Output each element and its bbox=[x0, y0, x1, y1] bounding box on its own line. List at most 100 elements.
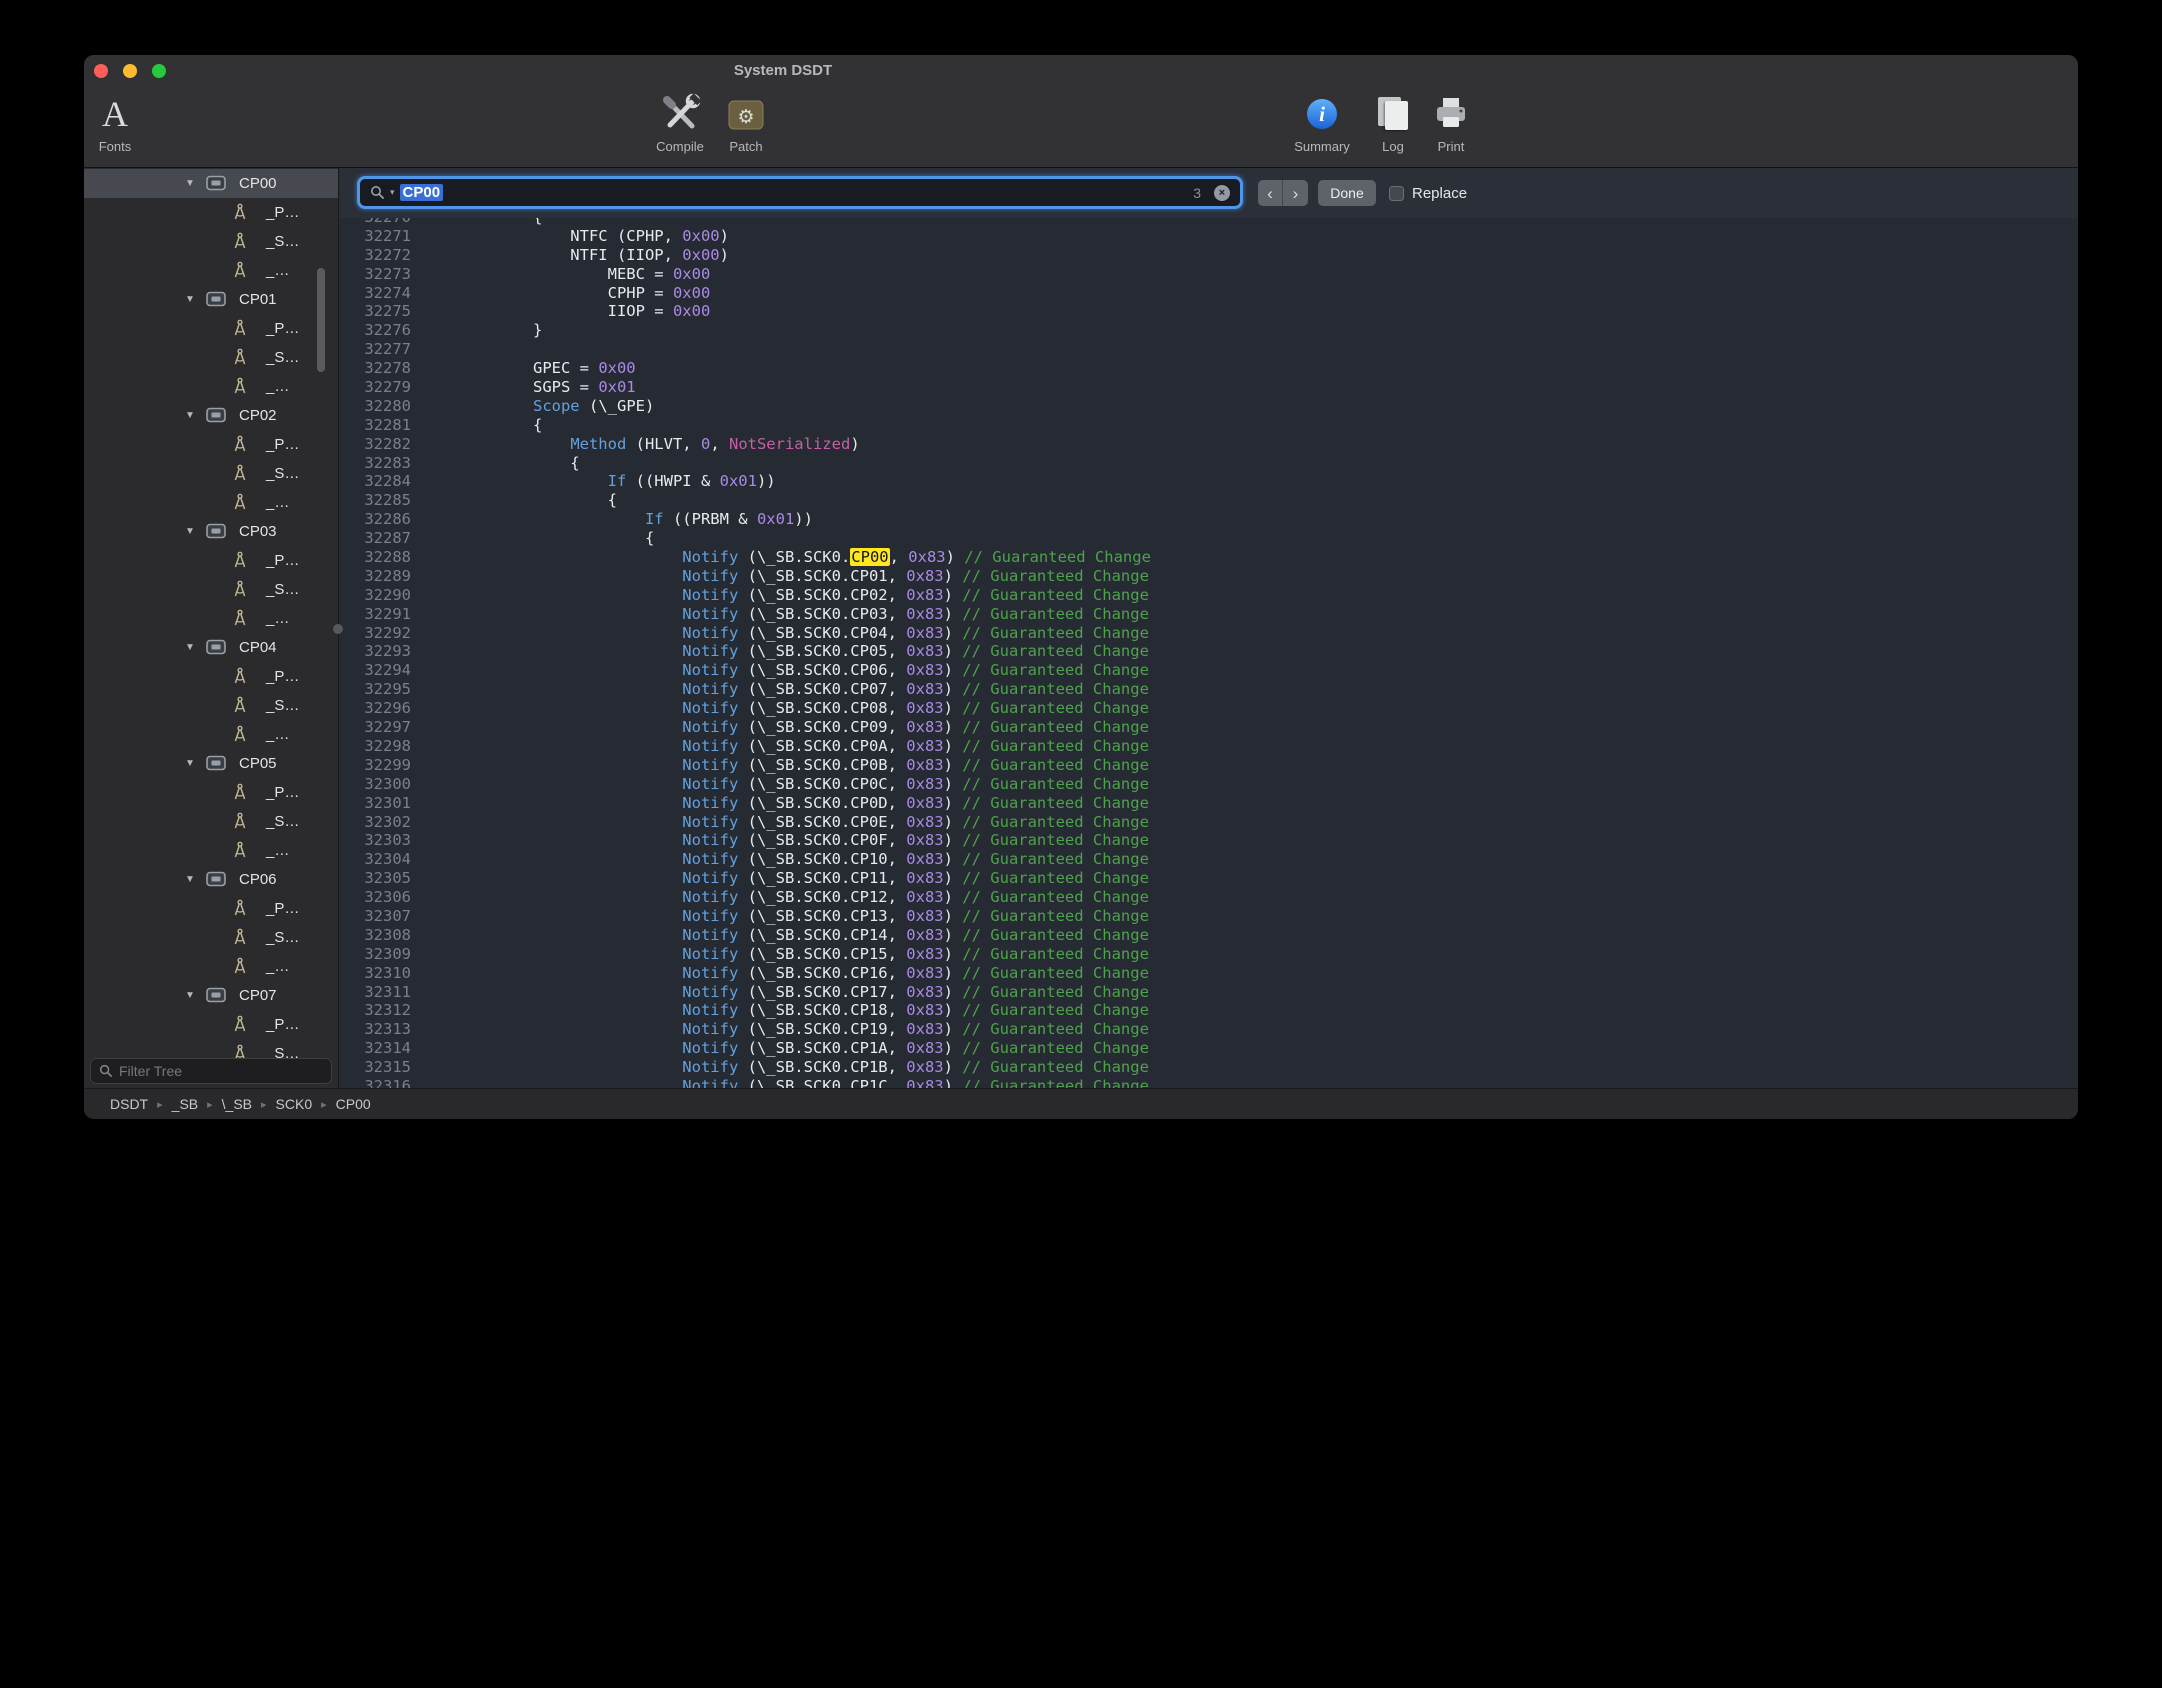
code-line: 32291 Notify (\_SB.SCK0.CP03, 0x83) // G… bbox=[339, 605, 2078, 624]
sidebar-tree: ▼CP00_P…_S…_…▼CP01_P…_S…_…▼CP02_P…_S…_…▼… bbox=[84, 169, 338, 1058]
disclosure-triangle-icon[interactable]: ▼ bbox=[182, 178, 198, 189]
method-icon bbox=[232, 435, 248, 453]
disclosure-triangle-icon[interactable]: ▼ bbox=[182, 758, 198, 769]
tree-item-cp03-child[interactable]: _P… bbox=[84, 546, 338, 575]
tree-item-cp04-child[interactable]: _P… bbox=[84, 662, 338, 691]
line-number: 32279 bbox=[339, 378, 411, 397]
line-number: 32288 bbox=[339, 548, 411, 567]
filter-tree-field[interactable] bbox=[90, 1058, 332, 1084]
tree-item-label: _S… bbox=[266, 349, 299, 366]
tree-item-cp01-child[interactable]: _… bbox=[84, 372, 338, 401]
toolbar-print-button[interactable]: Print bbox=[1406, 91, 1496, 154]
tree-item-cp00-child[interactable]: _S… bbox=[84, 227, 338, 256]
line-number: 32281 bbox=[339, 416, 411, 435]
tree-item-cp06-child[interactable]: _S… bbox=[84, 923, 338, 952]
tree-item-cp07-child[interactable]: _S… bbox=[84, 1039, 338, 1058]
toolbar-fonts-button[interactable]: A Fonts bbox=[84, 91, 160, 154]
find-next-button[interactable]: › bbox=[1283, 180, 1308, 206]
tree-item-cp00-child[interactable]: _P… bbox=[84, 198, 338, 227]
code-line: 32286 If ((PRBM & 0x01)) bbox=[339, 510, 2078, 529]
line-number: 32272 bbox=[339, 246, 411, 265]
zoom-button[interactable] bbox=[152, 64, 166, 78]
minimize-button[interactable] bbox=[123, 64, 137, 78]
clear-search-icon[interactable]: × bbox=[1214, 185, 1230, 201]
breadcrumb-item[interactable]: CP00 bbox=[336, 1096, 371, 1112]
tree-item-cp02[interactable]: ▼CP02 bbox=[84, 401, 338, 430]
line-number: 32297 bbox=[339, 718, 411, 737]
search-menu-chevron-icon[interactable]: ▾ bbox=[390, 187, 395, 198]
tree-item-cp04[interactable]: ▼CP04 bbox=[84, 633, 338, 662]
tree-item-cp02-child[interactable]: _P… bbox=[84, 430, 338, 459]
tree-item-cp07-child[interactable]: _P… bbox=[84, 1010, 338, 1039]
tree-item-cp05-child[interactable]: _P… bbox=[84, 778, 338, 807]
toolbar-summary-label: Summary bbox=[1294, 139, 1350, 154]
line-number: 32302 bbox=[339, 813, 411, 832]
method-icon bbox=[232, 812, 248, 830]
method-icon bbox=[232, 725, 248, 743]
code-lines[interactable]: 32270 {32271 NTFC (CPHP, 0x00)32272 NTFI… bbox=[339, 208, 2078, 1088]
breadcrumb-separator-icon: ▸ bbox=[321, 1098, 327, 1111]
disclosure-triangle-icon[interactable]: ▼ bbox=[182, 990, 198, 1001]
tree-item-cp06-child[interactable]: _P… bbox=[84, 894, 338, 923]
disclosure-triangle-icon[interactable]: ▼ bbox=[182, 874, 198, 885]
line-number: 32286 bbox=[339, 510, 411, 529]
code-line: 32285 { bbox=[339, 491, 2078, 510]
tree-item-cp03-child[interactable]: _S… bbox=[84, 575, 338, 604]
find-previous-button[interactable]: ‹ bbox=[1258, 180, 1283, 206]
tree-item-cp05-child[interactable]: _… bbox=[84, 836, 338, 865]
tree-item-cp02-child[interactable]: _… bbox=[84, 488, 338, 517]
tree-item-cp05-child[interactable]: _S… bbox=[84, 807, 338, 836]
close-button[interactable] bbox=[94, 64, 108, 78]
line-number: 32296 bbox=[339, 699, 411, 718]
tree-item-cp04-child[interactable]: _… bbox=[84, 720, 338, 749]
tree-item-cp00-child[interactable]: _… bbox=[84, 256, 338, 285]
tree-item-cp05[interactable]: ▼CP05 bbox=[84, 749, 338, 778]
disclosure-triangle-icon[interactable]: ▼ bbox=[182, 642, 198, 653]
tree-item-cp01[interactable]: ▼ CP01 bbox=[84, 285, 338, 314]
tree-item-label: _… bbox=[266, 726, 289, 743]
tree-item-cp03-child[interactable]: _… bbox=[84, 604, 338, 633]
line-number: 32293 bbox=[339, 642, 411, 661]
line-number: 32292 bbox=[339, 624, 411, 643]
tree-item-cp06-child[interactable]: _… bbox=[84, 952, 338, 981]
disclosure-triangle-icon[interactable]: ▼ bbox=[182, 294, 198, 305]
scope-icon bbox=[206, 291, 226, 307]
toolbar-patch-button[interactable]: ⚙ Patch bbox=[701, 91, 791, 154]
line-number: 32274 bbox=[339, 284, 411, 303]
line-number: 32275 bbox=[339, 302, 411, 321]
tree-item-cp01-child[interactable]: _S… bbox=[84, 343, 338, 372]
tree-item-label: _… bbox=[266, 958, 289, 975]
method-icon bbox=[232, 319, 248, 337]
line-number: 32290 bbox=[339, 586, 411, 605]
code-line: 32316 Notify (\_SB.SCK0.CP1C, 0x83) // G… bbox=[339, 1077, 2078, 1088]
filter-tree-input[interactable] bbox=[119, 1063, 323, 1079]
toolbar-patch-label: Patch bbox=[729, 139, 762, 154]
split-handle[interactable] bbox=[333, 624, 343, 634]
code-line: 32280 Scope (\_GPE) bbox=[339, 397, 2078, 416]
tree-item-cp03[interactable]: ▼CP03 bbox=[84, 517, 338, 546]
replace-checkbox[interactable] bbox=[1389, 186, 1404, 201]
tree-item-label: _… bbox=[266, 262, 289, 279]
scope-icon bbox=[206, 755, 226, 771]
code-line: 32282 Method (HLVT, 0, NotSerialized) bbox=[339, 435, 2078, 454]
disclosure-triangle-icon[interactable]: ▼ bbox=[182, 526, 198, 537]
sidebar-scrollbar[interactable] bbox=[317, 268, 325, 372]
tree-item-label: _S… bbox=[266, 465, 299, 482]
find-input[interactable]: ▾ CP00 3 × bbox=[357, 176, 1243, 209]
tree-item-cp02-child[interactable]: _S… bbox=[84, 459, 338, 488]
breadcrumb-item[interactable]: _SB bbox=[172, 1096, 198, 1112]
breadcrumb-item[interactable]: \_SB bbox=[222, 1096, 252, 1112]
breadcrumb-item[interactable]: DSDT bbox=[110, 1096, 148, 1112]
tree-item-label: _P… bbox=[266, 1016, 299, 1033]
disclosure-triangle-icon[interactable]: ▼ bbox=[182, 410, 198, 421]
tree-item-cp01-child[interactable]: _P… bbox=[84, 314, 338, 343]
tree-item-cp07[interactable]: ▼CP07 bbox=[84, 981, 338, 1010]
method-icon bbox=[232, 580, 248, 598]
breadcrumb-item[interactable]: SCK0 bbox=[276, 1096, 313, 1112]
tree-item-cp00[interactable]: ▼CP00 bbox=[84, 169, 338, 198]
app-window: System DSDT A Fonts Compile ⚙ bbox=[84, 55, 2078, 1119]
done-button[interactable]: Done bbox=[1318, 180, 1376, 206]
tree-item-cp06[interactable]: ▼CP06 bbox=[84, 865, 338, 894]
tree-item-cp04-child[interactable]: _S… bbox=[84, 691, 338, 720]
tree-item-label: CP01 bbox=[239, 291, 277, 308]
